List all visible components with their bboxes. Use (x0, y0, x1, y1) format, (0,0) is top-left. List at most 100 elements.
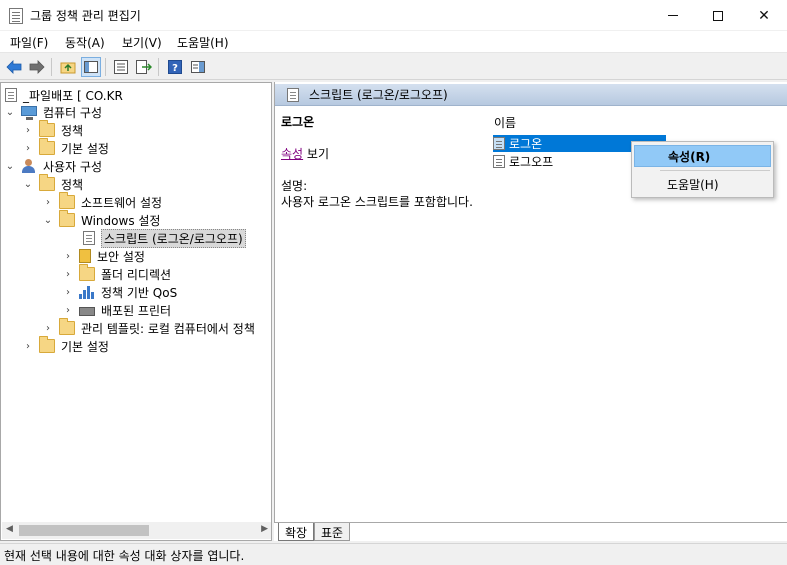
details-header: 스크립트 (로그온/로그오프) (275, 84, 787, 106)
tree-item-user-policy[interactable]: ⌄ 정책 (23, 174, 84, 193)
up-folder-button[interactable] (58, 57, 78, 77)
close-button[interactable]: ✕ (741, 0, 787, 31)
folder-icon (59, 192, 75, 209)
description-text: 사용자 로그온 스크립트를 포함합니다. (281, 195, 473, 209)
tree-item-admin-templates[interactable]: › 관리 템플릿: 로컬 컴퓨터에서 정책 (43, 318, 255, 337)
tree-item-windows[interactable]: ⌄ Windows 설정 (43, 210, 160, 229)
console-tree[interactable]: _파일배포 [ CO.KR ⌄ 컴퓨터 구성 › 정책 › 기본 설정 ⌄ 사용… (0, 82, 272, 541)
chevron-right-icon[interactable]: › (23, 125, 33, 136)
tree-item-user-config[interactable]: ⌄ 사용자 구성 (5, 157, 102, 175)
pane-icon (191, 61, 205, 73)
status-bar: 현재 선택 내용에 대한 속성 대화 상자를 엽니다. (0, 543, 787, 565)
menu-help[interactable]: 도움말(H) (177, 34, 229, 51)
folder-icon (79, 264, 95, 281)
folder-icon (59, 210, 75, 227)
chevron-right-icon[interactable]: › (63, 305, 73, 316)
toolbar: ? (0, 54, 787, 80)
tree-root[interactable]: _파일배포 [ CO.KR (5, 86, 123, 104)
back-button[interactable] (4, 57, 24, 77)
action-pane-button[interactable] (188, 57, 208, 77)
chevron-right-icon[interactable]: › (63, 251, 73, 262)
script-icon (493, 155, 505, 168)
list-item-logoff[interactable]: 로그오프 (493, 153, 557, 170)
tab-standard[interactable]: 표준 (314, 523, 351, 541)
description-title: 로그온 (281, 115, 315, 129)
script-icon (83, 231, 95, 245)
menu-view[interactable]: 보기(V) (122, 34, 162, 51)
minimize-button[interactable] (650, 0, 696, 31)
tree-root-label: _파일배포 [ CO.KR (23, 88, 123, 103)
list-item-label: 로그온 (509, 137, 543, 151)
tree-item-qos[interactable]: › 정책 기반 QoS (63, 283, 177, 301)
folder-icon (59, 318, 75, 335)
security-icon (79, 249, 91, 263)
show-hide-tree-button[interactable] (81, 57, 101, 77)
context-menu-help[interactable]: 도움말(H) (634, 173, 771, 195)
script-icon (287, 87, 299, 102)
tree-item-label: 스크립트 (로그온/로그오프) (101, 228, 246, 248)
context-menu: 속성(R) 도움말(H) (631, 141, 774, 198)
script-icon (493, 137, 505, 150)
tree-item-folder-redirect[interactable]: › 폴더 리디렉션 (63, 264, 171, 283)
computer-icon (21, 106, 37, 120)
tree-item-label: 정책 기반 QoS (101, 285, 178, 300)
maximize-button[interactable] (695, 0, 741, 31)
menu-file[interactable]: 파일(F) (10, 34, 48, 51)
chevron-right-icon[interactable]: › (23, 143, 33, 154)
column-header-name[interactable]: 이름 (494, 114, 516, 131)
folder-icon (39, 120, 55, 137)
description-area: 로그온 속성 보기 설명: 사용자 로그온 스크립트를 포함합니다. (281, 114, 481, 210)
chevron-right-icon[interactable]: › (63, 287, 73, 298)
list-icon (114, 60, 128, 74)
forward-button[interactable] (27, 57, 47, 77)
export-list-button[interactable] (134, 57, 154, 77)
tree-item-security[interactable]: › 보안 설정 (63, 247, 145, 265)
menu-action[interactable]: 동작(A) (65, 34, 105, 51)
folder-up-icon (60, 62, 76, 74)
tab-extended[interactable]: 확장 (278, 523, 315, 541)
bar-chart-icon (79, 285, 95, 299)
tree-item-computer-config[interactable]: ⌄ 컴퓨터 구성 (5, 103, 102, 121)
policy-document-icon (5, 88, 17, 102)
tree-item-software[interactable]: › 소프트웨어 설정 (43, 192, 163, 211)
chevron-down-icon[interactable]: ⌄ (43, 215, 53, 226)
chevron-down-icon[interactable]: ⌄ (23, 179, 33, 190)
folder-icon (39, 174, 55, 191)
maximize-icon (713, 10, 723, 21)
console-tree-icon (84, 61, 98, 73)
scroll-right-icon[interactable]: ▶ (261, 524, 268, 534)
chevron-right-icon[interactable]: › (43, 197, 53, 208)
scrollbar-thumb[interactable] (19, 525, 149, 536)
tree-item-computer-policy[interactable]: › 정책 (23, 120, 83, 139)
tree-item-user-prefs[interactable]: › 기본 설정 (23, 336, 109, 355)
context-menu-separator (660, 170, 770, 171)
chevron-right-icon[interactable]: › (43, 323, 53, 334)
forward-arrow-icon (29, 60, 45, 74)
window-title: 그룹 정책 관리 편집기 (30, 9, 141, 23)
tree-item-scripts[interactable]: 스크립트 (로그온/로그오프) (79, 228, 246, 248)
chevron-down-icon[interactable]: ⌄ (5, 107, 15, 118)
tree-item-label: 소프트웨어 설정 (81, 195, 163, 210)
title-bar: 그룹 정책 관리 편집기 ✕ (0, 0, 787, 31)
tree-item-label: 배포된 프린터 (101, 303, 172, 318)
chevron-down-icon[interactable]: ⌄ (5, 161, 15, 172)
tree-item-computer-prefs[interactable]: › 기본 설정 (23, 138, 109, 157)
view-tabs: 확장 표준 (274, 522, 787, 541)
properties-list-button[interactable] (111, 57, 131, 77)
tree-item-label: 정책 (61, 177, 84, 192)
back-arrow-icon (6, 60, 22, 74)
view-label: 보기 (303, 147, 329, 161)
scroll-left-icon[interactable]: ◀ (6, 524, 13, 534)
context-menu-properties[interactable]: 속성(R) (634, 145, 771, 167)
tree-item-printers[interactable]: › 배포된 프린터 (63, 301, 171, 319)
export-icon (136, 60, 152, 74)
chevron-right-icon[interactable]: › (23, 341, 33, 352)
horizontal-scrollbar[interactable]: ◀ ▶ (2, 522, 271, 539)
help-button[interactable]: ? (165, 57, 185, 77)
properties-link[interactable]: 속성 (281, 147, 303, 161)
printer-icon (79, 307, 95, 316)
close-icon: ✕ (758, 7, 770, 24)
folder-icon (39, 336, 55, 353)
svg-text:?: ? (172, 63, 178, 74)
chevron-right-icon[interactable]: › (63, 269, 73, 280)
